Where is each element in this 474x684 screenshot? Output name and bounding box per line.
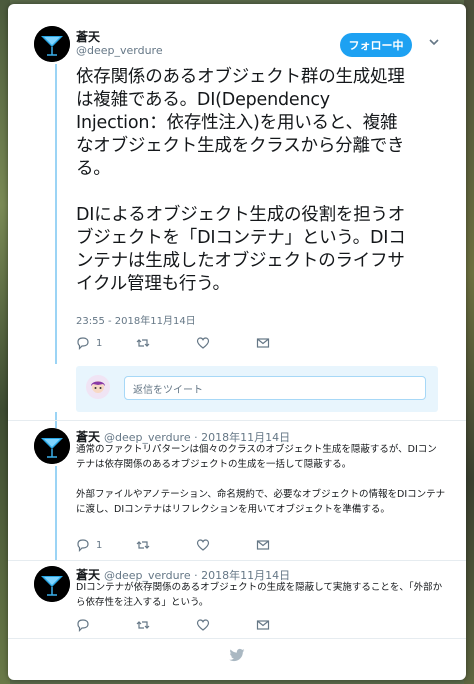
message-button[interactable]	[256, 618, 270, 632]
reply-actions	[76, 618, 270, 632]
retweet-icon	[136, 541, 150, 549]
tweet-text: 依存関係のあるオブジェクト群の生成処理は複雑である。DI(Dependency …	[76, 67, 406, 294]
reply-input[interactable]: 返信をツイート	[124, 376, 426, 400]
message-button[interactable]	[256, 538, 270, 552]
thread-line	[55, 466, 57, 560]
reply-count: 1	[96, 337, 103, 349]
heart-icon	[196, 619, 210, 631]
reply-count: 1	[96, 539, 103, 551]
reply-text: 通常のファクトリパターンは個々のクラスのオブジェクト生成を隠蔽するが、DIコンテ…	[76, 444, 446, 515]
divider	[8, 420, 466, 421]
reply-icon	[77, 539, 89, 552]
envelope-icon	[256, 620, 270, 630]
reply-button[interactable]: 1	[76, 538, 136, 552]
reply-button[interactable]: 1	[76, 336, 136, 350]
reply-icon	[77, 619, 89, 632]
envelope-icon	[256, 540, 270, 550]
envelope-icon	[256, 338, 270, 348]
message-button[interactable]	[256, 336, 270, 350]
heart-icon	[196, 539, 210, 551]
retweet-icon	[136, 339, 150, 347]
tweet-modal: 蒼天 @deep_verdure フォロー中 依存関係のあるオブジェクト群の生成…	[8, 4, 466, 680]
like-button[interactable]	[196, 618, 256, 632]
reply-actions: 1	[76, 538, 270, 552]
user-avatar	[86, 375, 110, 399]
reply-text: DIコンテナが依存関係のあるオブジェクトの生成を隠蔽して実施することを、「外部か…	[76, 582, 443, 608]
cocktail-glass-icon	[34, 428, 70, 464]
chevron-down-icon[interactable]	[428, 36, 440, 51]
reply-button[interactable]	[76, 618, 136, 632]
retweet-button[interactable]	[136, 336, 196, 350]
cocktail-glass-icon	[34, 26, 70, 62]
tweet-actions: 1	[76, 336, 270, 350]
retweet-icon	[136, 621, 150, 629]
heart-icon	[196, 337, 210, 349]
author-handle[interactable]: @deep_verdure	[76, 44, 163, 57]
tweet-timestamp[interactable]: 23:55 - 2018年11月14日	[76, 312, 196, 327]
reply-author-avatar[interactable]	[34, 566, 70, 602]
divider	[8, 560, 466, 561]
reply-icon	[77, 337, 89, 350]
divider	[8, 638, 466, 639]
retweet-button[interactable]	[136, 538, 196, 552]
following-button[interactable]: フォロー中	[340, 33, 412, 57]
author-avatar[interactable]	[34, 26, 70, 62]
cocktail-glass-icon	[34, 566, 70, 602]
twitter-bird-icon	[228, 646, 246, 664]
reply-author-avatar[interactable]	[34, 428, 70, 464]
author-name[interactable]: 蒼天	[76, 28, 100, 45]
like-button[interactable]	[196, 336, 256, 350]
like-button[interactable]	[196, 538, 256, 552]
reply-composer: 返信をツイート	[76, 366, 438, 412]
thread-line	[55, 64, 57, 364]
retweet-button[interactable]	[136, 618, 196, 632]
